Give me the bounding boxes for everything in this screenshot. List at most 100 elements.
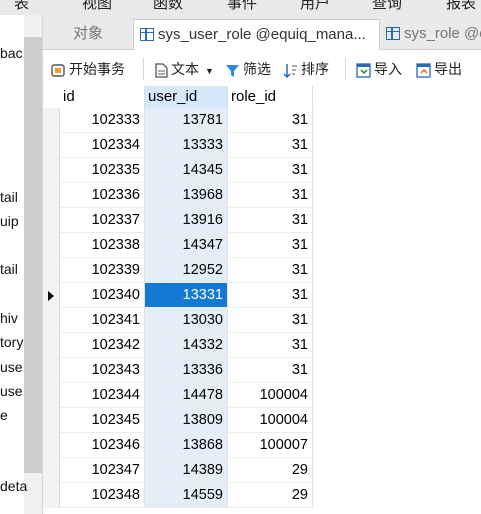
cell-role-id[interactable]: 31 xyxy=(228,333,313,358)
table-row[interactable]: 102339 12952 31 xyxy=(43,258,313,283)
cell-role-id[interactable]: 31 xyxy=(228,183,313,208)
cell-id[interactable]: 102344 xyxy=(60,383,145,408)
table-row[interactable]: 102340 13331 31 xyxy=(43,283,313,308)
row-indicator[interactable] xyxy=(43,133,60,158)
cell-id[interactable]: 102347 xyxy=(60,458,145,483)
row-indicator[interactable] xyxy=(43,308,60,333)
cell-id[interactable]: 102343 xyxy=(60,358,145,383)
navigator-item[interactable]: deta xyxy=(0,478,27,494)
cell-role-id[interactable]: 29 xyxy=(228,483,313,508)
cell-id[interactable]: 102338 xyxy=(60,233,145,258)
cell-role-id[interactable]: 100004 xyxy=(228,383,313,408)
menu-item-event[interactable]: 事件 xyxy=(227,0,257,13)
row-indicator[interactable] xyxy=(43,433,60,458)
row-indicator[interactable] xyxy=(43,158,60,183)
menu-item-user[interactable]: 用户 xyxy=(300,0,330,13)
navigator-item[interactable]: tory xyxy=(0,334,23,350)
row-indicator[interactable] xyxy=(43,483,60,508)
cell-role-id[interactable]: 31 xyxy=(228,358,313,383)
cell-id[interactable]: 102348 xyxy=(60,483,145,508)
table-row[interactable]: 102348 14559 29 xyxy=(43,483,313,508)
menu-item-query[interactable]: 查询 xyxy=(372,0,402,13)
row-indicator[interactable] xyxy=(43,383,60,408)
cell-user-id[interactable]: 14345 xyxy=(145,158,228,183)
menu-item-report[interactable]: 报表 xyxy=(446,0,476,13)
cell-id[interactable]: 102346 xyxy=(60,433,145,458)
cell-user-id[interactable]: 14332 xyxy=(145,333,228,358)
column-header-user-id[interactable]: user_id xyxy=(145,86,228,108)
row-indicator[interactable] xyxy=(43,108,60,133)
tab-sys-role[interactable]: sys_role @e xyxy=(380,19,481,49)
row-indicator[interactable] xyxy=(43,358,60,383)
navigator-item[interactable]: tail xyxy=(0,261,18,277)
menu-item-table[interactable]: 表 xyxy=(14,0,29,13)
cell-role-id[interactable]: 31 xyxy=(228,258,313,283)
cell-role-id[interactable]: 29 xyxy=(228,458,313,483)
cell-user-id[interactable]: 14389 xyxy=(145,458,228,483)
row-indicator[interactable] xyxy=(43,233,60,258)
table-row[interactable]: 102342 14332 31 xyxy=(43,333,313,358)
cell-user-id[interactable]: 12952 xyxy=(145,258,228,283)
export-button[interactable]: 导出 xyxy=(416,59,462,79)
row-indicator[interactable] xyxy=(43,333,60,358)
begin-transaction-button[interactable]: 开始事务 xyxy=(51,59,125,79)
cell-role-id[interactable]: 31 xyxy=(228,283,313,308)
cell-role-id[interactable]: 31 xyxy=(228,208,313,233)
cell-user-id[interactable]: 14559 xyxy=(145,483,228,508)
navigator-item[interactable]: uip xyxy=(0,213,19,229)
table-row[interactable]: 102345 13809 100004 xyxy=(43,408,313,433)
cell-role-id[interactable]: 31 xyxy=(228,158,313,183)
cell-role-id[interactable]: 31 xyxy=(228,133,313,158)
cell-id[interactable]: 102342 xyxy=(60,333,145,358)
tab-sys-user-role[interactable]: sys_user_role @equiq_mana... xyxy=(133,19,380,50)
table-row[interactable]: 102341 13030 31 xyxy=(43,308,313,333)
cell-id[interactable]: 102345 xyxy=(60,408,145,433)
filter-button[interactable]: 筛选 xyxy=(225,59,271,79)
menu-item-view[interactable]: 视图 xyxy=(82,0,112,13)
table-row[interactable]: 102343 13336 31 xyxy=(43,358,313,383)
import-button[interactable]: 导入 xyxy=(356,59,402,79)
cell-user-id[interactable]: 13333 xyxy=(145,133,228,158)
cell-user-id[interactable]: 13809 xyxy=(145,408,228,433)
cell-user-id[interactable]: 14347 xyxy=(145,233,228,258)
column-header-id[interactable]: id xyxy=(60,86,145,108)
table-row[interactable]: 102334 13333 31 xyxy=(43,133,313,158)
navigator-item[interactable]: tail xyxy=(0,189,18,205)
cell-id[interactable]: 102341 xyxy=(60,308,145,333)
cell-role-id[interactable]: 100004 xyxy=(228,408,313,433)
row-indicator[interactable] xyxy=(43,408,60,433)
row-indicator[interactable] xyxy=(43,183,60,208)
cell-id[interactable]: 102340 xyxy=(60,283,145,308)
sort-button[interactable]: 排序 xyxy=(283,59,329,79)
cell-user-id[interactable]: 13868 xyxy=(145,433,228,458)
cell-user-id[interactable]: 13336 xyxy=(145,358,228,383)
navigator-scrollbar-thumb[interactable] xyxy=(24,37,42,473)
cell-user-id[interactable]: 13916 xyxy=(145,208,228,233)
row-indicator[interactable] xyxy=(43,208,60,233)
cell-id[interactable]: 102334 xyxy=(60,133,145,158)
table-row[interactable]: 102335 14345 31 xyxy=(43,158,313,183)
cell-id[interactable]: 102335 xyxy=(60,158,145,183)
cell-user-id[interactable]: 13030 xyxy=(145,308,228,333)
cell-role-id[interactable]: 31 xyxy=(228,233,313,258)
table-row[interactable]: 102344 14478 100004 xyxy=(43,383,313,408)
cell-id[interactable]: 102339 xyxy=(60,258,145,283)
navigator-item[interactable]: use xyxy=(0,359,23,375)
cell-user-id[interactable]: 14478 xyxy=(145,383,228,408)
cell-id[interactable]: 102336 xyxy=(60,183,145,208)
navigator-item[interactable]: use xyxy=(0,383,23,399)
navigator-item[interactable]: hiv xyxy=(0,310,18,326)
row-indicator[interactable] xyxy=(43,258,60,283)
table-row[interactable]: 102347 14389 29 xyxy=(43,458,313,483)
cell-role-id[interactable]: 31 xyxy=(228,308,313,333)
cell-id[interactable]: 102337 xyxy=(60,208,145,233)
table-row[interactable]: 102338 14347 31 xyxy=(43,233,313,258)
table-row[interactable]: 102333 13781 31 xyxy=(43,108,313,133)
cell-user-id[interactable]: 13968 xyxy=(145,183,228,208)
data-grid[interactable]: id user_id role_id 102333 13781 31 102334 13… xyxy=(43,86,481,514)
row-indicator[interactable] xyxy=(43,458,60,483)
navigator-item[interactable]: e xyxy=(0,407,8,423)
cell-id[interactable]: 102333 xyxy=(60,108,145,133)
cell-role-id[interactable]: 31 xyxy=(228,108,313,133)
cell-user-id[interactable]: 13781 xyxy=(145,108,228,133)
